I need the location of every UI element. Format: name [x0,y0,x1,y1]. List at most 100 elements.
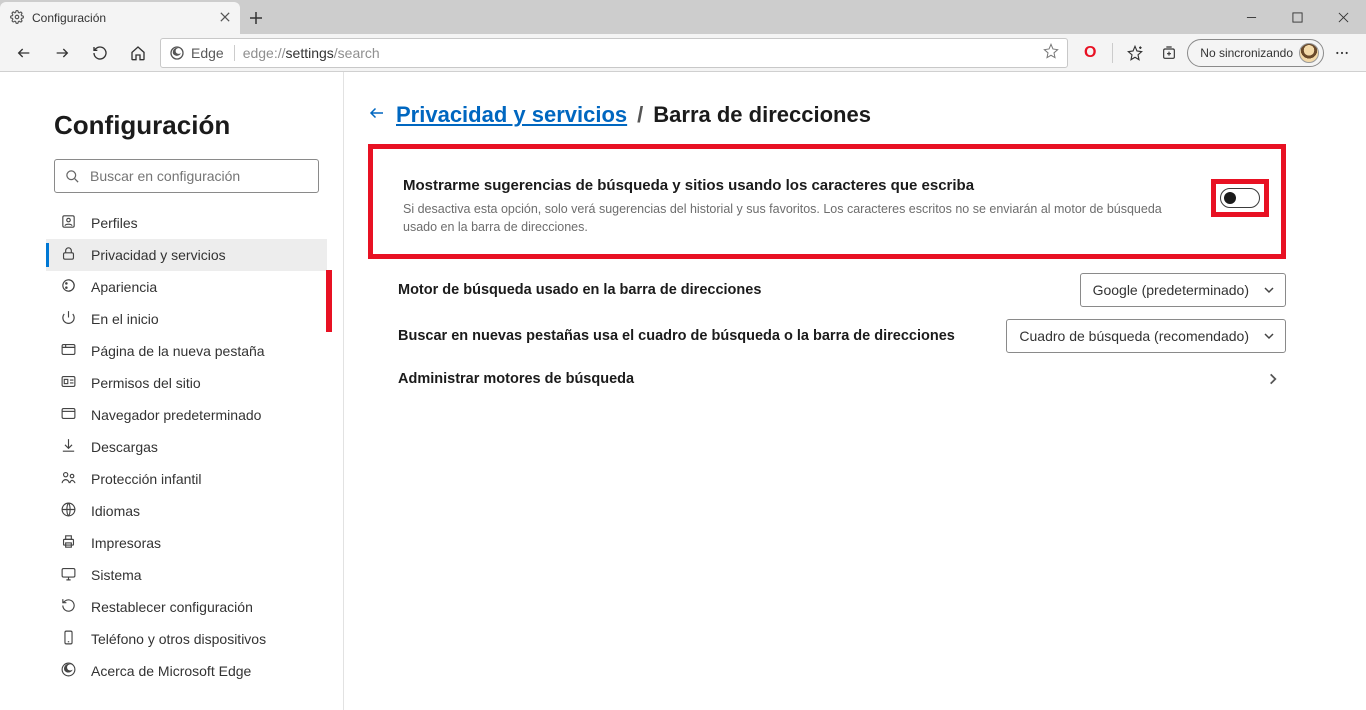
annotation-highlight-box: Mostrarme sugerencias de búsqueda y siti… [368,144,1286,259]
sidebar-item-label: Acerca de Microsoft Edge [91,663,251,679]
profile-icon [60,213,77,233]
sidebar-item-edge[interactable]: Acerca de Microsoft Edge [46,655,327,687]
breadcrumb: Privacidad y servicios / Barra de direcc… [368,102,1286,128]
search-engine-select[interactable]: Google (predeterminado) [1080,273,1286,307]
toolbar-right: O No sincronizando [1074,37,1358,69]
manage-search-engines-label: Administrar motores de búsqueda [398,371,634,387]
home-button[interactable] [122,37,154,69]
sidebar-item-label: En el inicio [91,311,159,327]
profile-sync-button[interactable]: No sincronizando [1187,39,1324,67]
settings-search-input[interactable] [90,168,308,184]
settings-search[interactable] [54,159,319,193]
breadcrumb-link[interactable]: Privacidad y servicios [396,102,627,128]
gear-icon [10,10,24,27]
sidebar-item-newtab[interactable]: Página de la nueva pestaña [46,335,327,367]
url-text: edge://settings/search [243,45,1036,61]
refresh-button[interactable] [84,37,116,69]
sidebar-item-label: Página de la nueva pestaña [91,343,265,359]
sidebar-item-appearance[interactable]: Apariencia [46,271,327,303]
suggestions-description: Si desactiva esta opción, solo verá suge… [403,200,1163,236]
search-icon [65,169,80,184]
collections-button[interactable] [1153,37,1185,69]
manage-search-engines-row[interactable]: Administrar motores de búsqueda [368,359,1286,399]
maximize-button[interactable] [1274,0,1320,34]
sidebar-item-label: Descargas [91,439,158,455]
extension-badge-icon[interactable]: O [1074,44,1106,62]
download-icon [60,437,77,457]
breadcrumb-current: Barra de direcciones [653,102,871,128]
sync-label: No sincronizando [1200,46,1293,60]
sidebar-item-label: Permisos del sitio [91,375,201,391]
sidebar-item-default[interactable]: Navegador predeterminado [46,399,327,431]
sidebar-item-label: Idiomas [91,503,140,519]
avatar-icon [1299,43,1319,63]
back-button[interactable] [8,37,40,69]
sidebar-item-system[interactable]: Sistema [46,559,327,591]
sidebar-item-profile[interactable]: Perfiles [46,207,327,239]
edge-identity-chip: Edge [169,45,235,61]
sidebar-item-reset[interactable]: Restablecer configuración [46,591,327,623]
sidebar-item-family[interactable]: Protección infantil [46,463,327,495]
close-tab-icon[interactable] [220,11,230,25]
chevron-right-icon [1266,372,1280,386]
sidebar-item-label: Restablecer configuración [91,599,253,615]
tab-strip: Configuración [0,0,1366,34]
suggestions-title: Mostrarme sugerencias de búsqueda y siti… [403,177,1199,194]
permissions-icon [60,373,77,393]
newtab-search-select[interactable]: Cuadro de búsqueda (recomendado) [1006,319,1286,353]
sidebar-item-label: Protección infantil [91,471,202,487]
family-icon [60,469,77,489]
address-bar[interactable]: Edge edge://settings/search [160,38,1068,68]
new-tab-button[interactable] [240,2,272,34]
sidebar-item-label: Privacidad y servicios [91,247,226,263]
suggestions-setting: Mostrarme sugerencias de búsqueda y siti… [403,177,1199,236]
search-engine-label: Motor de búsqueda usado en la barra de d… [398,282,761,298]
chevron-down-icon [1263,330,1275,342]
settings-main: Privacidad y servicios / Barra de direcc… [344,72,1366,710]
newtab-search-label: Buscar en nuevas pestañas usa el cuadro … [398,328,955,344]
sidebar-item-label: Apariencia [91,279,157,295]
phone-icon [60,629,77,649]
sidebar-item-label: Impresoras [91,535,161,551]
sidebar-item-lock[interactable]: Privacidad y servicios [46,239,327,271]
reset-icon [60,597,77,617]
sidebar-item-label: Perfiles [91,215,138,231]
newtab-icon [60,341,77,361]
forward-button[interactable] [46,37,78,69]
breadcrumb-back-icon[interactable] [368,102,386,128]
annotation-callout [326,270,332,332]
sidebar-item-download[interactable]: Descargas [46,431,327,463]
favorite-star-icon[interactable] [1043,43,1059,62]
page-title: Configuración [54,110,327,141]
toolbar: Edge edge://settings/search O No sincron… [0,34,1366,72]
toggle-annotation-box [1211,177,1269,236]
sidebar-item-label: Navegador predeterminado [91,407,261,423]
more-menu-button[interactable] [1326,37,1358,69]
search-engine-row: Motor de búsqueda usado en la barra de d… [368,267,1286,313]
tab-title: Configuración [32,11,212,25]
printer-icon [60,533,77,553]
search-engine-value: Google (predeterminado) [1093,282,1249,298]
sidebar-item-printer[interactable]: Impresoras [46,527,327,559]
appearance-icon [60,277,77,297]
sidebar-item-permissions[interactable]: Permisos del sitio [46,367,327,399]
sidebar-item-globe[interactable]: Idiomas [46,495,327,527]
default-icon [60,405,77,425]
sidebar-item-label: Sistema [91,567,142,583]
sidebar-item-power[interactable]: En el inicio [46,303,327,335]
minimize-button[interactable] [1228,0,1274,34]
settings-sidebar: Configuración Perfiles Privacidad y servi… [0,72,344,710]
chevron-down-icon [1263,284,1275,296]
toggle-knob [1224,192,1236,204]
sidebar-item-phone[interactable]: Teléfono y otros dispositivos [46,623,327,655]
sidebar-item-label: Teléfono y otros dispositivos [91,631,266,647]
settings-nav: Perfiles Privacidad y servicios Apariencia… [46,207,327,687]
suggestions-toggle[interactable] [1220,188,1260,208]
newtab-search-row: Buscar en nuevas pestañas usa el cuadro … [368,313,1286,359]
favorites-button[interactable] [1119,37,1151,69]
toolbar-divider [1112,43,1113,63]
browser-tab[interactable]: Configuración [0,2,240,34]
power-icon [60,309,77,329]
close-window-button[interactable] [1320,0,1366,34]
edge-label: Edge [191,45,224,61]
